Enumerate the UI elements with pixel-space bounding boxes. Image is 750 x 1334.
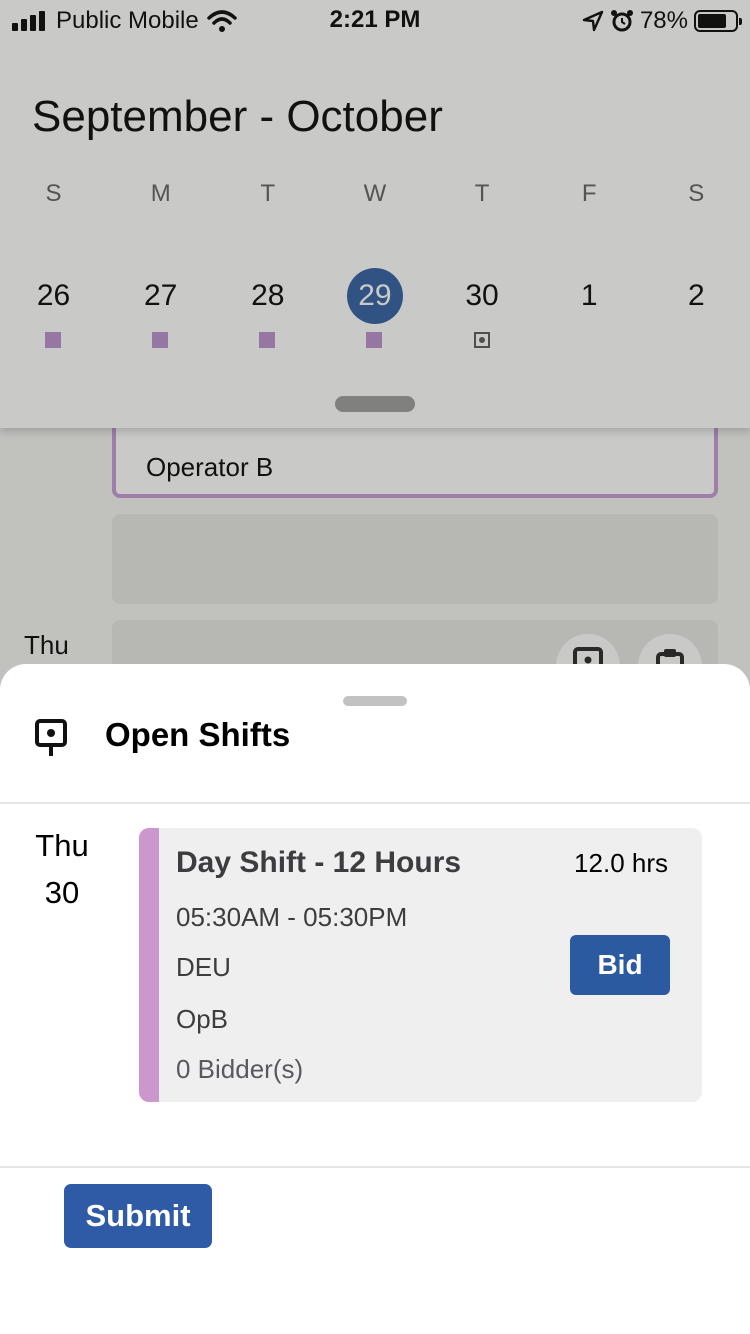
header-divider xyxy=(0,802,750,804)
submit-button[interactable]: Submit xyxy=(64,1184,212,1248)
shift-day-name: Thu xyxy=(35,828,89,863)
footer-divider xyxy=(0,1166,750,1168)
open-shift-card[interactable]: Day Shift - 12 Hours 12.0 hrs 05:30AM - … xyxy=(139,828,702,1102)
shift-time-range: 05:30AM - 05:30PM xyxy=(176,902,408,932)
shift-name: Day Shift - 12 Hours xyxy=(176,846,462,879)
app-screen: Operator B Thu Public Mobile 2:21 PM 78%… xyxy=(0,0,750,1334)
sheet-drag-handle[interactable] xyxy=(343,696,407,706)
sheet-title: Open Shifts xyxy=(105,716,291,753)
shift-bidder-count: 0 Bidder(s) xyxy=(176,1054,304,1084)
open-shifts-sheet: Open Shifts Thu 30 Day Shift - 12 Hours … xyxy=(0,664,750,1334)
shift-department: DEU xyxy=(176,952,231,982)
shift-color-accent xyxy=(139,828,159,1102)
shift-date-label: Thu 30 xyxy=(24,822,100,916)
shift-day-number: 30 xyxy=(44,875,80,910)
open-shift-icon xyxy=(35,719,67,756)
shift-hours: 12.0 hrs xyxy=(574,848,668,878)
shift-position: OpB xyxy=(176,1004,229,1034)
bid-button[interactable]: Bid xyxy=(570,935,670,995)
